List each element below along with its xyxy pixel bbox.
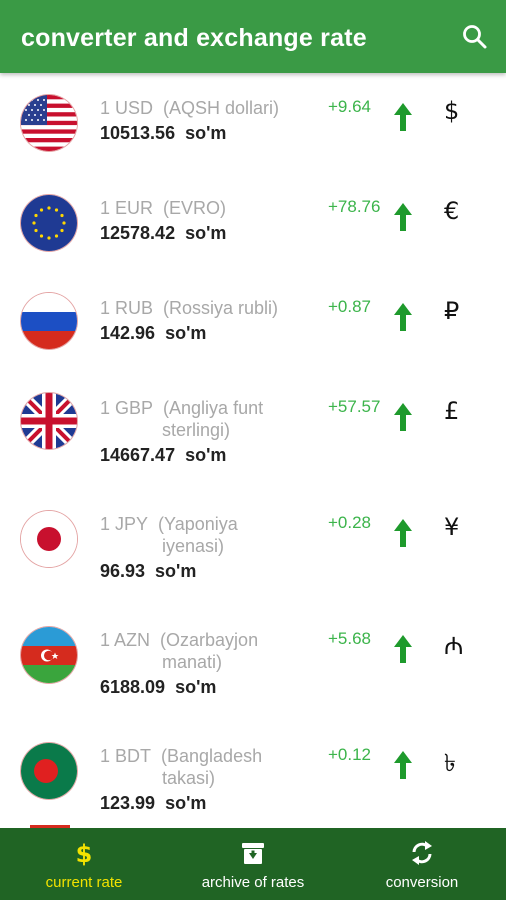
currency-symbol: ¥ (444, 513, 460, 541)
app-title: converter and exchange rate (21, 24, 367, 52)
currency-rate: 96.93 so'm (100, 561, 197, 581)
tab-label: archive of rates (201, 874, 305, 891)
svg-text:$: $ (76, 840, 93, 866)
rate-change: +0.12 (328, 745, 372, 764)
tab-current-rate[interactable]: $ current rate (0, 828, 168, 900)
bangladesh-flag-icon (21, 743, 77, 799)
currency-row-azn[interactable]: 1 AZN (Ozarbayjon manati) 6188.09 so'm +5.… (0, 605, 506, 721)
arrow-up-icon (394, 203, 412, 231)
app-bar: converter and exchange rate (0, 0, 506, 73)
currency-name: 1 EUR (EVRO) (100, 198, 227, 218)
arrow-up-icon (394, 303, 412, 331)
arrow-up-icon (394, 403, 412, 431)
eu-flag-icon (21, 195, 77, 251)
rate-change: +78.76 (328, 197, 381, 216)
currency-symbol: £ (444, 397, 460, 425)
currency-symbol: ৳ (444, 749, 456, 777)
dollar-icon: $ (72, 840, 96, 868)
currency-row-eur[interactable]: 1 EUR (EVRO) 12578.42 so'm +78.76 € (0, 173, 506, 289)
currency-row-rub[interactable]: 1 RUB (Rossiya rubli) 142.96 so'm +0.87 ₽ (0, 273, 506, 389)
arrow-up-icon (394, 751, 412, 779)
refresh-icon (410, 840, 434, 866)
currency-name: 1 BDT (Bangladesh takasi) (100, 746, 263, 788)
currency-symbol: ₼ (444, 632, 464, 660)
currency-symbol: € (444, 197, 460, 225)
currency-row-jpy[interactable]: 1 JPY (Yaponiya iyenasi) 96.93 so'm +0.28 … (0, 489, 506, 605)
currency-row-gbp[interactable]: 1 GBP (Angliya funt sterlingi) 14667.47 so… (0, 373, 506, 489)
russia-flag-icon (21, 293, 77, 349)
currency-rate: 142.96 so'm (100, 323, 207, 343)
currency-name: 1 GBP (Angliya funt sterlingi) (100, 398, 264, 440)
currency-rate: 10513.56 so'm (100, 123, 227, 143)
azerbaijan-flag-icon (21, 627, 77, 683)
currency-symbol: ₽ (444, 297, 460, 325)
tab-conversion[interactable]: conversion (338, 828, 506, 900)
japan-flag-icon (21, 511, 77, 567)
tab-archive-of-rates[interactable]: archive of rates (168, 828, 338, 900)
rate-change: +5.68 (328, 629, 372, 648)
rate-change: +0.28 (328, 513, 372, 532)
arrow-up-icon (394, 103, 412, 131)
currency-name: 1 AZN (Ozarbayjon manati) (100, 630, 259, 672)
rate-change: +0.87 (328, 297, 372, 316)
uk-flag-icon (21, 393, 77, 449)
tab-label: conversion (385, 874, 459, 891)
currency-rate: 14667.47 so'm (100, 445, 227, 465)
arrow-up-icon (394, 519, 412, 547)
search-icon[interactable] (462, 24, 488, 50)
rate-change: +57.57 (328, 397, 381, 416)
currency-name: 1 USD (AQSH dollari) (100, 98, 280, 118)
currency-row-usd[interactable]: 1 USD (AQSH dollari) 10513.56 so'm +9.64 $ (0, 73, 506, 189)
currency-list[interactable]: 1 USD (AQSH dollari) 10513.56 so'm +9.64 $ (0, 73, 506, 828)
arrow-up-icon (394, 635, 412, 663)
currency-row-bdt[interactable]: 1 BDT (Bangladesh takasi) 123.99 so'm +0.1… (0, 721, 506, 828)
currency-rate: 12578.42 so'm (100, 223, 227, 243)
rate-change: +9.64 (328, 97, 372, 116)
bottom-navigation: $ current rate archive of rates conversi… (0, 828, 506, 900)
currency-name: 1 JPY (Yaponiya iyenasi) (100, 514, 238, 556)
tab-label: current rate (45, 874, 123, 891)
usa-flag-icon (21, 95, 77, 151)
currency-name: 1 RUB (Rossiya rubli) (100, 298, 279, 318)
currency-symbol: $ (444, 97, 460, 125)
currency-rate: 123.99 so'm (100, 793, 207, 813)
currency-rate: 6188.09 so'm (100, 677, 217, 697)
archive-icon (241, 840, 265, 866)
